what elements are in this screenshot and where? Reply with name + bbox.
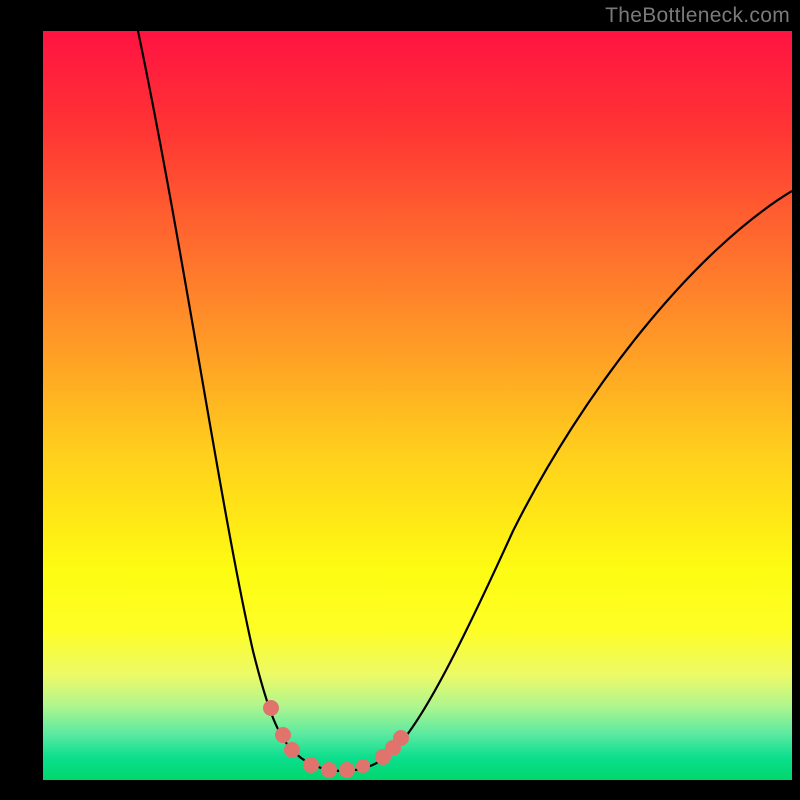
curve-markers [263,700,409,778]
gradient-plot-area [43,31,792,780]
chart-stage: TheBottleneck.com [0,0,800,800]
attribution-text: TheBottleneck.com [605,4,790,28]
bottleneck-curve [43,31,792,780]
curve-path [138,31,792,771]
